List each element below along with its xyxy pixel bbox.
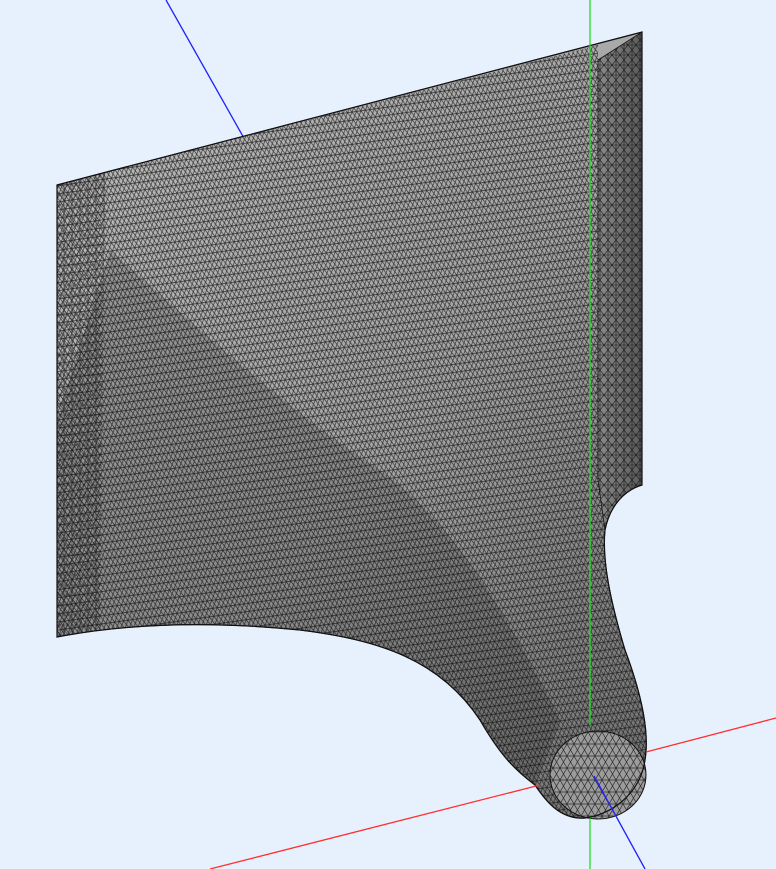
x-axis-right (645, 717, 776, 753)
z-axis-upper (165, 0, 246, 141)
mesh-tip-wire (550, 731, 646, 819)
x-axis-left (209, 784, 541, 869)
mesh-side-wire (598, 32, 642, 530)
3d-viewport[interactable] (0, 0, 776, 869)
mesh-scene[interactable] (0, 0, 776, 869)
